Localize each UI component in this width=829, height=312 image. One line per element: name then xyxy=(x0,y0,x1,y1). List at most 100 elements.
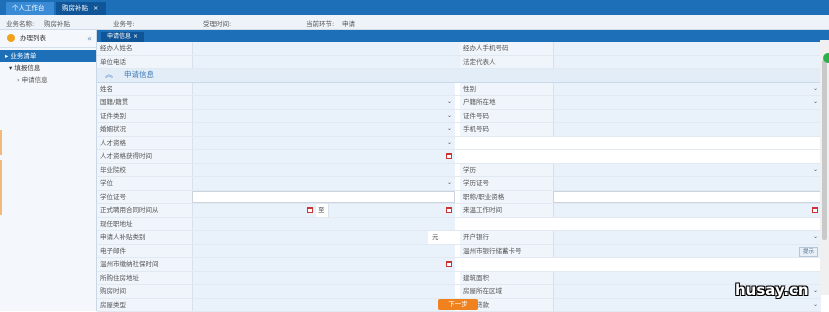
degree-select[interactable]: ⌄ xyxy=(192,177,455,190)
id-number-field[interactable] xyxy=(553,110,821,123)
to-label: 至 xyxy=(318,204,325,217)
degree-cert-field[interactable] xyxy=(192,191,455,204)
social-security-date-field[interactable] xyxy=(192,258,455,271)
form-row: 国籍/籍贯 ⌄ 户籍所在地 ⌄ xyxy=(97,96,821,110)
tab-label: 申请信息 xyxy=(107,33,131,40)
hint-button[interactable]: 提示 xyxy=(799,247,818,257)
id-type-select[interactable]: ⌄ xyxy=(192,110,455,123)
form-row: 单位电话 法定代表人 xyxy=(97,56,821,70)
tab-label: 个人工作台 xyxy=(12,4,45,12)
work-start-date-field[interactable] xyxy=(553,204,821,217)
form-row: 学位 ⌄ 学历证号 xyxy=(97,177,821,191)
subsidy-amount-field[interactable] xyxy=(192,231,428,244)
school-field[interactable] xyxy=(192,164,455,177)
agent-phone-field[interactable] xyxy=(553,42,821,55)
bank-select[interactable]: ⌄ xyxy=(553,231,821,244)
field-label: 正式聘用合同时间从 xyxy=(97,204,192,217)
close-icon[interactable]: × xyxy=(93,4,98,12)
top-tab-bar: 个人工作台 购房补贴 × xyxy=(0,0,829,15)
marital-select[interactable]: ⌄ xyxy=(192,123,455,136)
form-row: 人才资格 ⌄ xyxy=(97,137,821,151)
field-label: 单位电话 xyxy=(97,56,192,69)
sidebar-accent-mark xyxy=(0,130,2,155)
biz-name-label: 业务名称: xyxy=(6,18,34,28)
field-label: 职称/职业资格 xyxy=(460,191,553,204)
field-label: 证件号码 xyxy=(460,110,553,123)
sidebar-header: 办理列表 « xyxy=(0,30,96,48)
gender-select[interactable]: ⌄ xyxy=(553,83,821,96)
chevron-down-icon: ⌄ xyxy=(447,110,452,123)
field-label: 申请人补贴类别 xyxy=(97,231,192,244)
chevron-down-icon: ⌄ xyxy=(813,96,818,109)
form-row: 申请人补贴类别 元 开户银行 ⌄ xyxy=(97,231,821,245)
sidebar-item-application-info[interactable]: › 申请信息 xyxy=(0,74,96,86)
education-select[interactable]: ⌄ xyxy=(553,164,821,177)
sidebar-item-fill-info[interactable]: ▾ 填报信息 xyxy=(0,62,96,74)
contract-start-field[interactable] xyxy=(192,204,316,217)
field-label: 学历 xyxy=(460,164,553,177)
form-row: 电子邮件 温州市银行储蓄卡号 提示 xyxy=(97,245,821,259)
chevron-down-icon: ⌄ xyxy=(813,164,818,177)
floating-tab-icon[interactable] xyxy=(823,53,829,63)
calendar-icon[interactable] xyxy=(446,153,452,159)
form-row: 经办人姓名 经办人手机号码 xyxy=(97,42,821,56)
next-step-button[interactable]: 下一步 xyxy=(438,299,478,310)
tab-housing-subsidy[interactable]: 购房补贴 × xyxy=(56,2,106,15)
collapse-icon[interactable]: « xyxy=(87,30,92,47)
tab-application-info[interactable]: 申请信息 × xyxy=(101,32,144,42)
chevron-up-icon[interactable]: ︽ xyxy=(105,69,113,82)
section-header[interactable]: ︽ 申请信息 xyxy=(97,69,821,83)
field-label: 温州市缴纳社保时间 xyxy=(97,258,192,271)
chevron-down-icon: ⌄ xyxy=(447,123,452,136)
qualification-date-field[interactable] xyxy=(192,150,455,163)
field-label: 手机号码 xyxy=(460,123,553,136)
legal-rep-field[interactable] xyxy=(553,56,821,69)
calendar-icon[interactable] xyxy=(307,207,313,213)
inner-tab-bar: 申请信息 × xyxy=(97,30,829,42)
unit-phone-field[interactable] xyxy=(192,56,460,69)
work-address-field[interactable] xyxy=(192,218,455,231)
field-label: 建筑面积 xyxy=(460,272,553,285)
calendar-icon[interactable] xyxy=(812,207,818,213)
field-label: 来温工作时间 xyxy=(460,204,553,217)
current-step-label: 当前环节: xyxy=(306,18,334,28)
field-label: 现任职地址 xyxy=(97,218,192,231)
field-label: 学历证号 xyxy=(460,177,553,190)
field-label: 电子邮件 xyxy=(97,245,192,258)
application-form: 经办人姓名 经办人手机号码 单位电话 法定代表人 ︽ 申请信息 姓名 性别 ⌄ … xyxy=(97,42,821,312)
yuan-unit-label: 元 xyxy=(432,231,439,244)
chevron-down-icon: ⌄ xyxy=(447,137,452,150)
form-row: 现任职地址 xyxy=(97,218,821,232)
chevron-down-icon: ⌄ xyxy=(813,231,818,244)
email-field[interactable] xyxy=(192,245,455,258)
field-label: 所购住房地址 xyxy=(97,272,192,285)
form-row: 毕业院校 学历 ⌄ xyxy=(97,164,821,178)
main-panel: 申请信息 × 经办人姓名 经办人手机号码 单位电话 法定代表人 ︽ 申请信息 姓… xyxy=(97,30,829,311)
watermark: husay.cn xyxy=(735,281,809,299)
form-row: 证件类别 ⌄ 证件号码 xyxy=(97,110,821,124)
form-row: 所购住房地址 建筑面积 xyxy=(97,272,821,286)
talent-qualification-select[interactable]: ⌄ xyxy=(192,137,455,150)
chevron-down-icon: ⌄ xyxy=(447,177,452,190)
professional-title-field[interactable] xyxy=(553,191,821,204)
name-field[interactable] xyxy=(192,83,455,96)
household-select[interactable]: ⌄ xyxy=(553,96,821,109)
tab-label: 购房补贴 xyxy=(62,4,88,12)
tab-personal-workbench[interactable]: 个人工作台 xyxy=(6,2,54,15)
mobile-field[interactable] xyxy=(553,123,821,136)
bank-card-field[interactable]: 提示 xyxy=(553,245,821,258)
calendar-icon[interactable] xyxy=(446,261,452,267)
field-label: 学位 xyxy=(97,177,192,190)
sidebar-item-business-list[interactable]: ▸ 业务清单 xyxy=(0,50,96,62)
scrollbar-thumb[interactable] xyxy=(822,60,827,240)
contract-end-field[interactable] xyxy=(328,204,455,217)
field-label: 学位证号 xyxy=(97,191,192,204)
agent-name-field[interactable] xyxy=(192,42,460,55)
field-label: 人才资格 xyxy=(97,137,192,150)
close-icon[interactable]: × xyxy=(133,33,138,40)
field-label: 开户银行 xyxy=(460,231,553,244)
nationality-select[interactable]: ⌄ xyxy=(192,96,455,109)
education-cert-field[interactable] xyxy=(553,177,821,190)
calendar-icon[interactable] xyxy=(446,207,452,213)
house-address-field[interactable] xyxy=(192,272,455,285)
